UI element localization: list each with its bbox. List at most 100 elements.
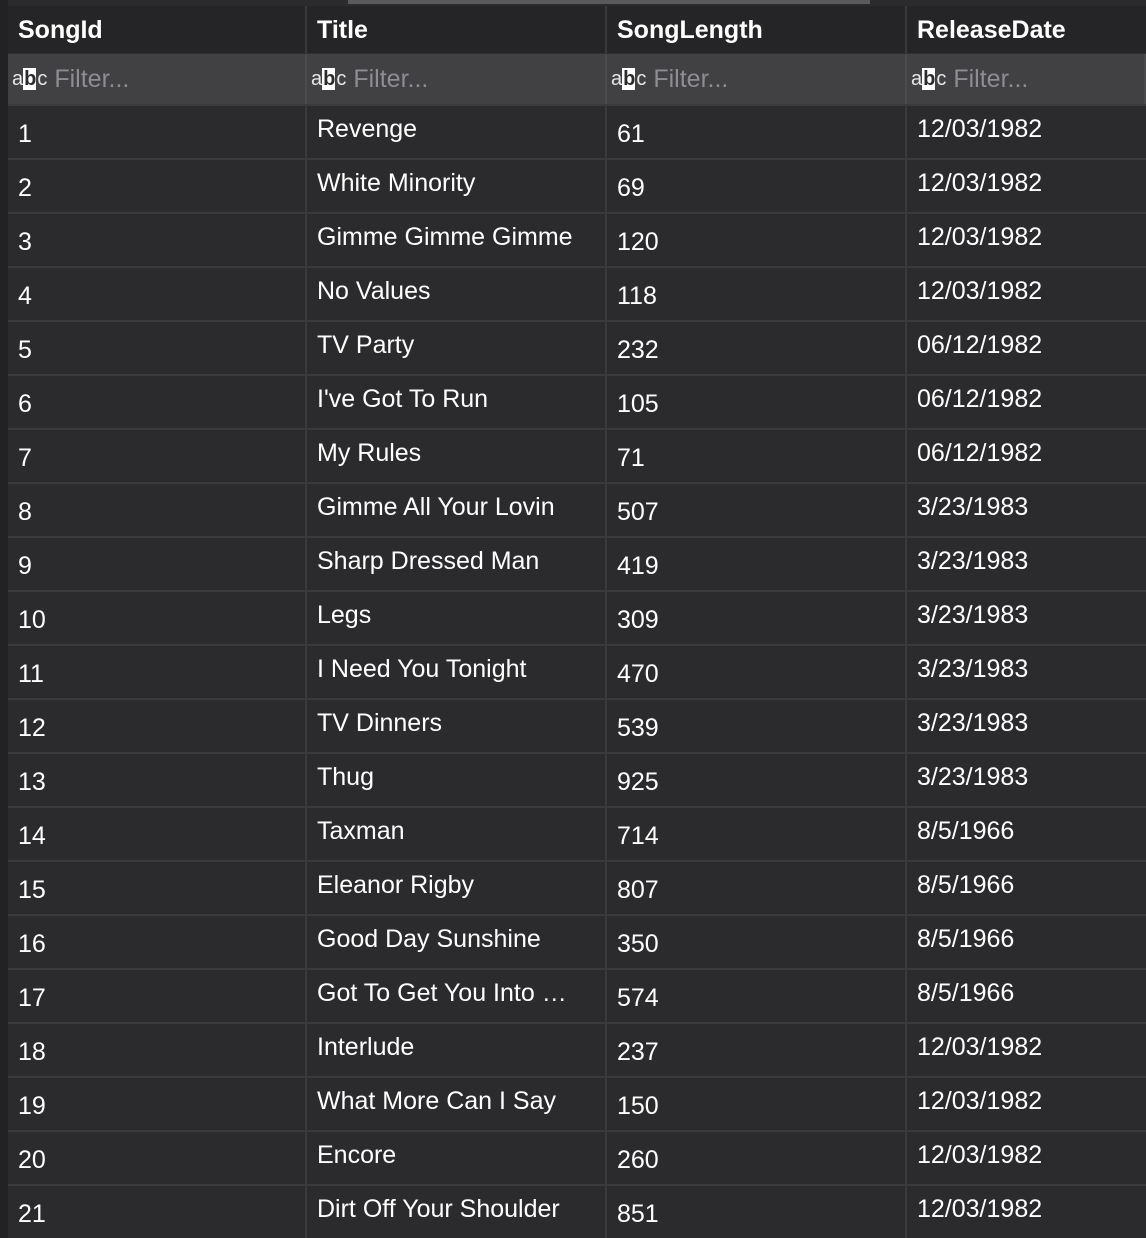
- cell-songlength[interactable]: 61: [607, 106, 907, 158]
- table-row[interactable]: 5 TV Party 232 06/12/1982: [8, 320, 1146, 374]
- cell-releasedate[interactable]: 12/03/1982: [907, 1132, 1146, 1184]
- cell-songlength[interactable]: 71: [607, 430, 907, 482]
- cell-title[interactable]: Good Day Sunshine: [307, 916, 607, 968]
- cell-songlength[interactable]: 507: [607, 484, 907, 536]
- table-row[interactable]: 1 Revenge 61 12/03/1982: [8, 104, 1146, 158]
- cell-songid[interactable]: 19: [8, 1078, 307, 1130]
- table-row[interactable]: 7 My Rules 71 06/12/1982: [8, 428, 1146, 482]
- cell-title[interactable]: Encore: [307, 1132, 607, 1184]
- cell-songlength[interactable]: 69: [607, 160, 907, 212]
- cell-songlength[interactable]: 350: [607, 916, 907, 968]
- cell-songid[interactable]: 6: [8, 376, 307, 428]
- column-header-songid[interactable]: SongId: [8, 6, 307, 53]
- cell-songid[interactable]: 10: [8, 592, 307, 644]
- cell-songid[interactable]: 7: [8, 430, 307, 482]
- cell-title[interactable]: Interlude: [307, 1024, 607, 1076]
- filter-input-title[interactable]: [353, 64, 574, 94]
- cell-songid[interactable]: 15: [8, 862, 307, 914]
- table-row[interactable]: 21 Dirt Off Your Shoulder 851 12/03/1982: [8, 1184, 1146, 1238]
- cell-songlength[interactable]: 807: [607, 862, 907, 914]
- table-row[interactable]: 4 No Values 118 12/03/1982: [8, 266, 1146, 320]
- cell-songid[interactable]: 20: [8, 1132, 307, 1184]
- cell-songid[interactable]: 14: [8, 808, 307, 860]
- cell-releasedate[interactable]: 12/03/1982: [907, 214, 1146, 266]
- cell-songlength[interactable]: 260: [607, 1132, 907, 1184]
- cell-releasedate[interactable]: 12/03/1982: [907, 160, 1146, 212]
- cell-songlength[interactable]: 232: [607, 322, 907, 374]
- cell-songlength[interactable]: 714: [607, 808, 907, 860]
- cell-title[interactable]: Legs: [307, 592, 607, 644]
- table-row[interactable]: 12 TV Dinners 539 3/23/1983: [8, 698, 1146, 752]
- cell-songlength[interactable]: 120: [607, 214, 907, 266]
- cell-releasedate[interactable]: 8/5/1966: [907, 970, 1146, 1022]
- table-row[interactable]: 3 Gimme Gimme Gimme 120 12/03/1982: [8, 212, 1146, 266]
- cell-releasedate[interactable]: 3/23/1983: [907, 754, 1146, 806]
- cell-releasedate[interactable]: 12/03/1982: [907, 1186, 1146, 1238]
- cell-title[interactable]: No Values: [307, 268, 607, 320]
- cell-releasedate[interactable]: 3/23/1983: [907, 646, 1146, 698]
- table-row[interactable]: 11 I Need You Tonight 470 3/23/1983: [8, 644, 1146, 698]
- cell-title[interactable]: What More Can I Say: [307, 1078, 607, 1130]
- cell-title[interactable]: Gimme Gimme Gimme: [307, 214, 607, 266]
- cell-releasedate[interactable]: 12/03/1982: [907, 1078, 1146, 1130]
- cell-songid[interactable]: 21: [8, 1186, 307, 1238]
- cell-releasedate[interactable]: 06/12/1982: [907, 430, 1146, 482]
- cell-title[interactable]: Revenge: [307, 106, 607, 158]
- cell-title[interactable]: Dirt Off Your Shoulder: [307, 1186, 607, 1238]
- cell-releasedate[interactable]: 12/03/1982: [907, 268, 1146, 320]
- cell-songid[interactable]: 3: [8, 214, 307, 266]
- cell-songid[interactable]: 17: [8, 970, 307, 1022]
- cell-releasedate[interactable]: 3/23/1983: [907, 700, 1146, 752]
- cell-songlength[interactable]: 118: [607, 268, 907, 320]
- table-row[interactable]: 10 Legs 309 3/23/1983: [8, 590, 1146, 644]
- cell-title[interactable]: Gimme All Your Lovin: [307, 484, 607, 536]
- table-row[interactable]: 14 Taxman 714 8/5/1966: [8, 806, 1146, 860]
- cell-songid[interactable]: 5: [8, 322, 307, 374]
- abc-type-icon[interactable]: abc: [12, 68, 47, 91]
- cell-songid[interactable]: 9: [8, 538, 307, 590]
- table-row[interactable]: 18 Interlude 237 12/03/1982: [8, 1022, 1146, 1076]
- cell-releasedate[interactable]: 12/03/1982: [907, 106, 1146, 158]
- cell-title[interactable]: My Rules: [307, 430, 607, 482]
- cell-title[interactable]: I Need You Tonight: [307, 646, 607, 698]
- cell-releasedate[interactable]: 06/12/1982: [907, 376, 1146, 428]
- cell-title[interactable]: TV Dinners: [307, 700, 607, 752]
- cell-songlength[interactable]: 574: [607, 970, 907, 1022]
- abc-type-icon[interactable]: abc: [911, 68, 946, 91]
- cell-songlength[interactable]: 851: [607, 1186, 907, 1238]
- cell-releasedate[interactable]: 06/12/1982: [907, 322, 1146, 374]
- cell-songid[interactable]: 13: [8, 754, 307, 806]
- cell-title[interactable]: I've Got To Run: [307, 376, 607, 428]
- cell-releasedate[interactable]: 8/5/1966: [907, 862, 1146, 914]
- table-row[interactable]: 17 Got To Get You Into … 574 8/5/1966: [8, 968, 1146, 1022]
- table-row[interactable]: 6 I've Got To Run 105 06/12/1982: [8, 374, 1146, 428]
- cell-title[interactable]: Thug: [307, 754, 607, 806]
- table-row[interactable]: 20 Encore 260 12/03/1982: [8, 1130, 1146, 1184]
- cell-songid[interactable]: 8: [8, 484, 307, 536]
- cell-releasedate[interactable]: 3/23/1983: [907, 484, 1146, 536]
- cell-title[interactable]: Got To Get You Into …: [307, 970, 607, 1022]
- table-row[interactable]: 16 Good Day Sunshine 350 8/5/1966: [8, 914, 1146, 968]
- cell-songid[interactable]: 12: [8, 700, 307, 752]
- cell-songid[interactable]: 16: [8, 916, 307, 968]
- cell-title[interactable]: Eleanor Rigby: [307, 862, 607, 914]
- cell-songlength[interactable]: 237: [607, 1024, 907, 1076]
- cell-songid[interactable]: 2: [8, 160, 307, 212]
- column-header-title[interactable]: Title: [307, 6, 607, 53]
- cell-title[interactable]: Taxman: [307, 808, 607, 860]
- table-row[interactable]: 8 Gimme All Your Lovin 507 3/23/1983: [8, 482, 1146, 536]
- cell-songid[interactable]: 1: [8, 106, 307, 158]
- cell-songlength[interactable]: 419: [607, 538, 907, 590]
- cell-songlength[interactable]: 309: [607, 592, 907, 644]
- cell-releasedate[interactable]: 12/03/1982: [907, 1024, 1146, 1076]
- table-row[interactable]: 2 White Minority 69 12/03/1982: [8, 158, 1146, 212]
- cell-releasedate[interactable]: 3/23/1983: [907, 538, 1146, 590]
- cell-title[interactable]: White Minority: [307, 160, 607, 212]
- table-row[interactable]: 9 Sharp Dressed Man 419 3/23/1983: [8, 536, 1146, 590]
- cell-releasedate[interactable]: 8/5/1966: [907, 916, 1146, 968]
- filter-input-songlength[interactable]: [653, 64, 874, 94]
- cell-releasedate[interactable]: 3/23/1983: [907, 592, 1146, 644]
- cell-songlength[interactable]: 105: [607, 376, 907, 428]
- cell-songlength[interactable]: 539: [607, 700, 907, 752]
- table-row[interactable]: 19 What More Can I Say 150 12/03/1982: [8, 1076, 1146, 1130]
